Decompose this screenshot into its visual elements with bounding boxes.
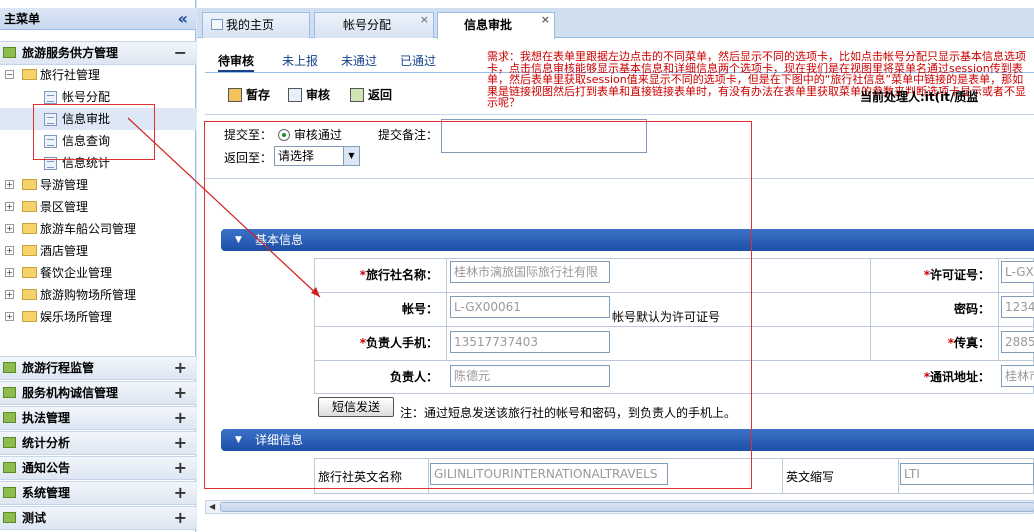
annotation-arrow <box>127 117 321 298</box>
